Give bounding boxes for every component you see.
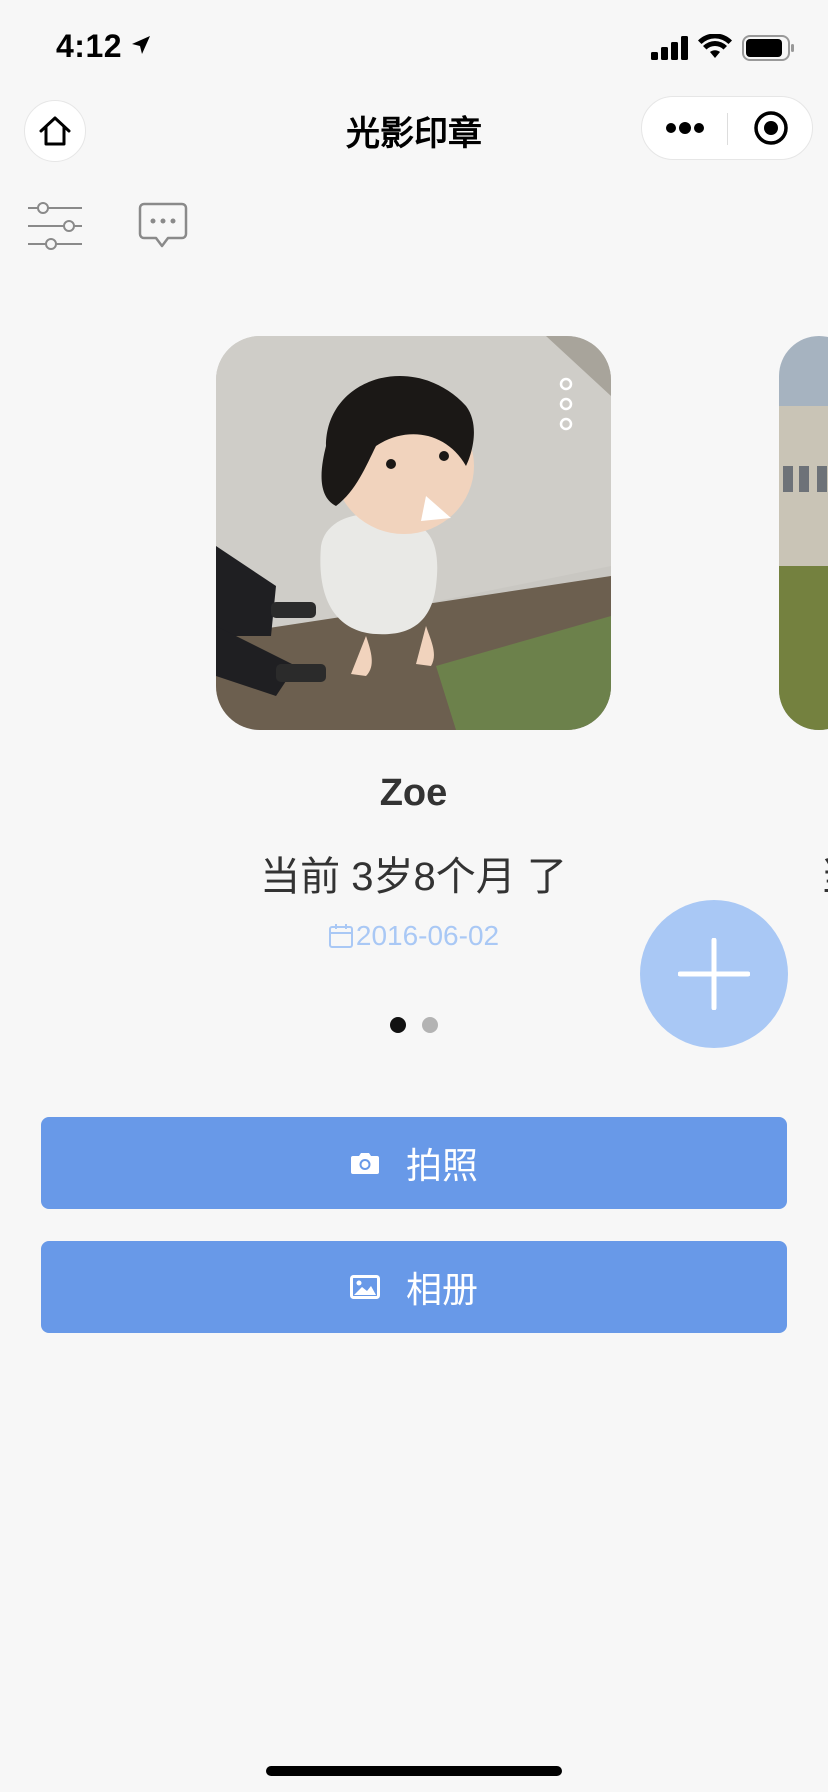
take-photo-button[interactable]: 拍照 bbox=[41, 1117, 787, 1209]
next-card-age: 当 bbox=[820, 844, 828, 902]
child-name: Zoe bbox=[379, 772, 448, 814]
page-dot-1[interactable] bbox=[390, 1017, 406, 1033]
album-label: 相册 bbox=[405, 1269, 478, 1310]
child-age: 当前 3岁8个月 了 bbox=[260, 855, 567, 899]
home-icon bbox=[39, 116, 71, 146]
birth-date-text: 2016-06-02 bbox=[355, 920, 500, 951]
app-screen: 4:12 光影印章 Zoe 当前 3岁8个月 了 2016-06-02 拍照 相… bbox=[0, 0, 828, 1792]
more-button[interactable] bbox=[642, 97, 727, 159]
battery-icon bbox=[742, 35, 794, 61]
mini-program-capsule bbox=[641, 96, 813, 160]
sliders-icon[interactable] bbox=[28, 200, 82, 252]
next-card-photo-image bbox=[779, 336, 828, 730]
child-photo[interactable] bbox=[216, 336, 611, 730]
location-arrow-icon bbox=[132, 36, 150, 54]
chat-bubble-icon[interactable] bbox=[138, 202, 188, 250]
add-button[interactable] bbox=[640, 900, 788, 1048]
home-button[interactable] bbox=[24, 100, 86, 162]
wifi-icon bbox=[698, 34, 732, 58]
birth-date: 2016-06-02 bbox=[216, 920, 611, 952]
vertical-dots-icon[interactable] bbox=[555, 376, 577, 432]
image-icon bbox=[349, 1275, 380, 1299]
signal-icon bbox=[651, 36, 688, 60]
album-button[interactable]: 相册 bbox=[41, 1241, 787, 1333]
calendar-icon bbox=[328, 924, 353, 948]
camera-icon bbox=[350, 1153, 379, 1174]
more-dots-icon bbox=[665, 122, 704, 134]
take-photo-label: 拍照 bbox=[405, 1145, 478, 1186]
nav-bar: 光影印章 bbox=[0, 92, 828, 164]
child-photo-image bbox=[216, 336, 611, 730]
close-button[interactable] bbox=[728, 97, 813, 159]
next-card-photo[interactable] bbox=[779, 336, 828, 730]
status-bar: 4:12 bbox=[0, 0, 828, 100]
status-time: 4:12 bbox=[56, 28, 123, 64]
plus-icon bbox=[678, 938, 750, 1010]
home-indicator bbox=[266, 1766, 562, 1776]
camera-icon-wrap bbox=[350, 1151, 380, 1175]
image-icon-wrap bbox=[349, 1275, 380, 1299]
target-close-icon bbox=[753, 111, 788, 145]
page-dot-2[interactable] bbox=[422, 1017, 438, 1033]
